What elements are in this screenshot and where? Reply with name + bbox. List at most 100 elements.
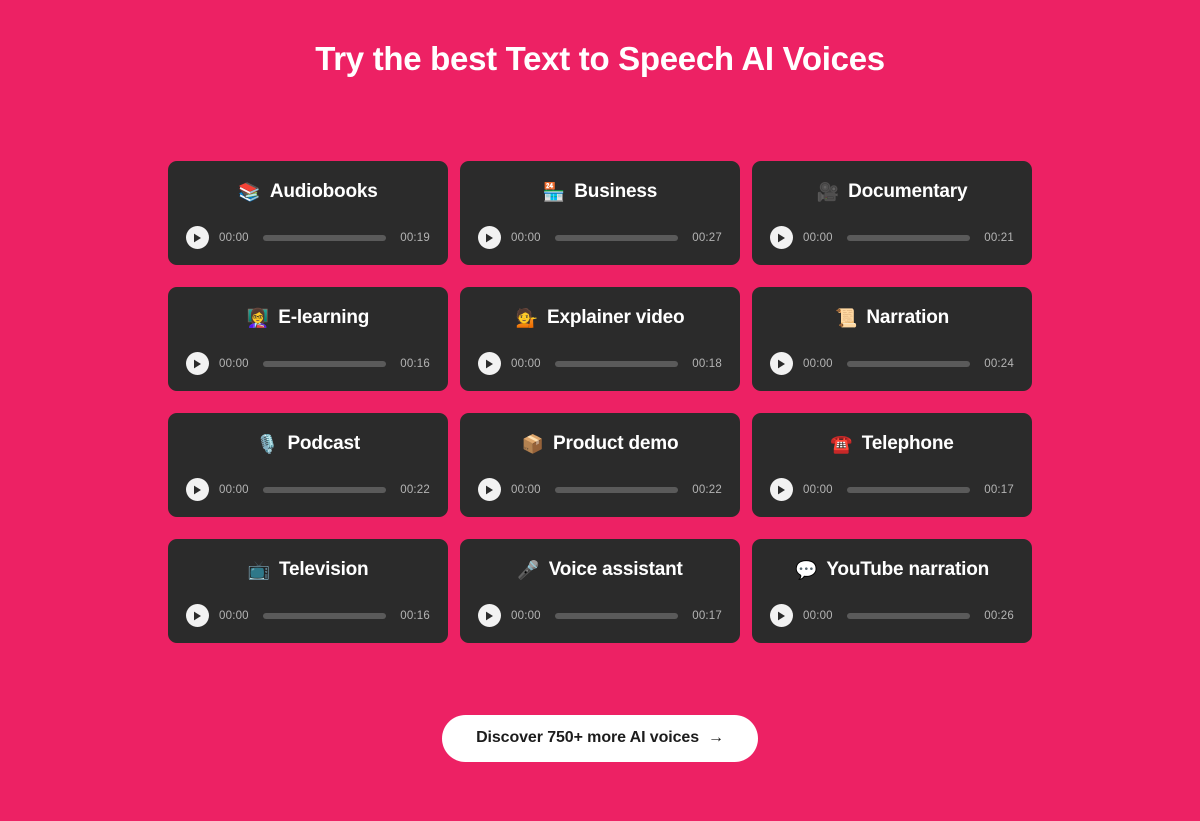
microphone-icon: 🎤 — [517, 559, 540, 580]
movie-camera-icon: 🎥 — [816, 181, 840, 202]
card-heading: ☎️ Telephone — [770, 430, 1014, 458]
card-heading: 📦 Product demo — [478, 430, 722, 458]
cta-section: Discover 750+ more AI voices → — [0, 714, 1200, 762]
play-button[interactable] — [478, 478, 501, 502]
person-tipping-hand-icon: 💁 — [515, 307, 538, 328]
audio-player: 00:00 00:27 — [478, 225, 722, 251]
current-time: 00:00 — [803, 609, 833, 622]
duration: 00:16 — [400, 609, 430, 622]
current-time: 00:00 — [803, 231, 833, 244]
duration: 00:16 — [400, 357, 430, 370]
current-time: 00:00 — [803, 357, 833, 370]
card-label: Voice assistant — [548, 558, 683, 580]
card-heading: 💬 YouTube narration — [770, 556, 1014, 584]
teacher-icon: 👩‍🏫 — [246, 307, 270, 328]
audio-player: 00:00 00:17 — [478, 603, 722, 629]
progress-slider[interactable] — [262, 486, 387, 493]
voice-card: 🎥 Documentary 00:00 00:21 — [752, 160, 1032, 265]
voice-card: 👩‍🏫 E-learning 00:00 00:16 — [168, 286, 448, 391]
duration: 00:17 — [984, 483, 1014, 496]
page-title: Try the best Text to Speech AI Voices — [315, 40, 885, 77]
voice-card: 💬 YouTube narration 00:00 00:26 — [752, 538, 1032, 643]
duration: 00:21 — [984, 231, 1014, 244]
duration: 00:17 — [692, 609, 722, 622]
card-heading: 👩‍🏫 E-learning — [186, 304, 430, 332]
progress-slider[interactable] — [846, 234, 971, 241]
audio-player: 00:00 00:16 — [186, 603, 430, 629]
card-label: Audiobooks — [269, 180, 378, 202]
telephone-icon: ☎️ — [830, 433, 853, 454]
progress-slider[interactable] — [554, 234, 679, 241]
card-heading: 🏪 Business — [478, 178, 722, 206]
duration: 00:22 — [400, 483, 430, 496]
audio-player: 00:00 00:18 — [478, 351, 722, 377]
current-time: 00:00 — [219, 609, 249, 622]
card-label: E-learning — [278, 306, 370, 328]
play-button[interactable] — [770, 604, 793, 628]
voice-card: 📚 Audiobooks 00:00 00:19 — [168, 160, 448, 265]
current-time: 00:00 — [219, 357, 249, 370]
current-time: 00:00 — [511, 483, 541, 496]
progress-slider[interactable] — [262, 234, 387, 241]
play-button[interactable] — [478, 604, 501, 628]
progress-slider[interactable] — [554, 486, 679, 493]
play-button[interactable] — [186, 226, 209, 250]
play-button[interactable] — [478, 226, 501, 250]
audio-player: 00:00 00:16 — [186, 351, 430, 377]
duration: 00:26 — [984, 609, 1014, 622]
current-time: 00:00 — [511, 357, 541, 370]
play-button[interactable] — [186, 604, 209, 628]
duration: 00:22 — [692, 483, 722, 496]
current-time: 00:00 — [803, 483, 833, 496]
duration: 00:27 — [692, 231, 722, 244]
current-time: 00:00 — [219, 483, 249, 496]
card-label: Explainer video — [546, 306, 685, 328]
television-icon: 📺 — [247, 559, 270, 580]
play-button[interactable] — [186, 478, 209, 502]
audio-player: 00:00 00:17 — [770, 477, 1014, 503]
cta-label: Discover 750+ more AI voices — [476, 729, 700, 747]
arrow-right-icon: → — [708, 729, 724, 747]
card-label: Documentary — [848, 180, 968, 202]
duration: 00:19 — [400, 231, 430, 244]
progress-slider[interactable] — [846, 486, 971, 493]
voice-card: 💁 Explainer video 00:00 00:18 — [460, 286, 740, 391]
play-button[interactable] — [186, 352, 209, 376]
voice-card: 🎙️ Podcast 00:00 00:22 — [168, 412, 448, 517]
progress-slider[interactable] — [554, 612, 679, 619]
card-heading: 📺 Television — [186, 556, 430, 584]
card-label: YouTube narration — [826, 558, 990, 580]
store-icon: 🏪 — [542, 181, 566, 202]
progress-slider[interactable] — [846, 612, 971, 619]
play-button[interactable] — [770, 352, 793, 376]
audio-player: 00:00 00:22 — [186, 477, 430, 503]
books-icon: 📚 — [238, 181, 261, 202]
card-heading: 📜 Narration — [770, 304, 1014, 332]
duration: 00:18 — [692, 357, 722, 370]
play-button[interactable] — [478, 352, 501, 376]
voice-cards-grid: 📚 Audiobooks 00:00 00:19 🏪 Business 00:00 00:27… — [168, 160, 1032, 643]
play-button[interactable] — [770, 478, 793, 502]
voice-card: 🎤 Voice assistant 00:00 00:17 — [460, 538, 740, 643]
card-heading: 🎙️ Podcast — [186, 430, 430, 458]
play-button[interactable] — [770, 226, 793, 250]
card-heading: 📚 Audiobooks — [186, 178, 430, 206]
progress-slider[interactable] — [262, 612, 387, 619]
audio-player: 00:00 00:26 — [770, 603, 1014, 629]
speech-balloon-icon: 💬 — [794, 559, 818, 580]
progress-slider[interactable] — [262, 360, 387, 367]
audio-player: 00:00 00:24 — [770, 351, 1014, 377]
progress-slider[interactable] — [846, 360, 971, 367]
voice-card: 🏪 Business 00:00 00:27 — [460, 160, 740, 265]
audio-player: 00:00 00:19 — [186, 225, 430, 251]
discover-more-voices-button[interactable]: Discover 750+ more AI voices → — [442, 714, 758, 762]
card-label: Product demo — [553, 432, 679, 454]
card-label: Podcast — [287, 432, 360, 454]
card-label: Narration — [866, 306, 950, 328]
card-label: Business — [574, 180, 658, 202]
studio-microphone-icon: 🎙️ — [256, 433, 279, 454]
current-time: 00:00 — [511, 609, 541, 622]
voice-card: 📜 Narration 00:00 00:24 — [752, 286, 1032, 391]
card-heading: 💁 Explainer video — [478, 304, 722, 332]
progress-slider[interactable] — [554, 360, 679, 367]
